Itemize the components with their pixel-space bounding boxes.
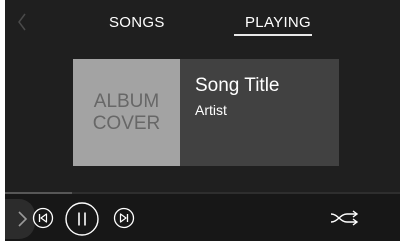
tab-songs[interactable]: SONGS [109, 14, 165, 32]
shuffle-icon [330, 210, 359, 226]
next-track-icon [113, 207, 135, 229]
tab-playing[interactable]: PLAYING [245, 14, 311, 32]
album-cover: ALBUM COVER [73, 59, 180, 166]
active-tab-indicator [234, 34, 312, 36]
music-player-screen: SONGS PLAYING ALBUM COVER Song Title Art… [5, 0, 400, 241]
back-button[interactable] [14, 13, 30, 31]
previous-track-button[interactable] [32, 207, 54, 229]
previous-track-icon [32, 207, 54, 229]
shuffle-button[interactable] [330, 208, 362, 228]
back-chevron-icon [18, 13, 26, 31]
expand-chevron-icon [18, 211, 28, 227]
pause-icon [65, 202, 99, 236]
track-info-panel: Song Title Artist [180, 59, 339, 166]
playback-control-bar [5, 194, 400, 241]
now-playing-card: ALBUM COVER Song Title Artist [73, 59, 339, 166]
song-title: Song Title [195, 75, 280, 96]
song-artist: Artist [195, 102, 227, 118]
header-bar: SONGS PLAYING [5, 0, 400, 40]
album-cover-placeholder-text: ALBUM COVER [92, 90, 161, 134]
expand-button[interactable] [5, 199, 35, 239]
next-track-button[interactable] [113, 207, 135, 229]
play-pause-button[interactable] [65, 202, 99, 236]
